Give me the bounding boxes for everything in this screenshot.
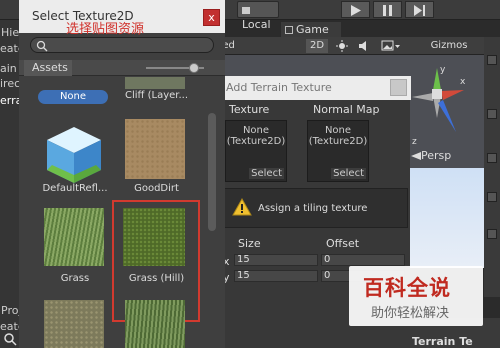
checkbox[interactable] — [487, 55, 497, 65]
asset-item-default-reflection[interactable]: DefaultRefl... — [35, 183, 115, 194]
slider-handle[interactable] — [189, 63, 199, 73]
window-close-button[interactable]: x — [203, 9, 220, 26]
asset-item-cliff[interactable]: Cliff (Layer... — [114, 90, 199, 101]
offset-x-field[interactable]: 0 — [321, 254, 405, 266]
screenshot-root: Local Hiera eate ain C irect erra Proj e… — [0, 0, 500, 348]
asset-item-gooddirt[interactable]: GoodDirt — [114, 183, 199, 194]
search-icon — [4, 333, 17, 346]
warning-icon — [232, 198, 252, 216]
ground-texture-thumbnail[interactable] — [44, 300, 104, 348]
dialog-title: Add Terrain Texture — [220, 76, 411, 100]
checkbox[interactable] — [487, 192, 497, 202]
size-x-field[interactable]: 15 — [234, 254, 318, 266]
texture-slot-type: (Texture2D) — [226, 136, 286, 147]
play-button[interactable] — [341, 1, 370, 18]
gizmo-y-label: y — [440, 65, 446, 75]
tab-assets[interactable]: Assets — [24, 60, 72, 76]
grass-blades-thumbnail[interactable] — [125, 300, 185, 348]
lighting-toggle-button[interactable] — [333, 39, 351, 53]
2d-toggle-button[interactable]: 2D — [306, 39, 328, 53]
cube-icon[interactable] — [44, 125, 104, 185]
checkbox[interactable] — [487, 153, 497, 163]
scene-toolbar: ned 2D Gizmos — [205, 37, 500, 55]
speaker-icon — [359, 41, 366, 51]
projection-label[interactable]: Persp — [411, 149, 451, 162]
normal-map-slot[interactable]: None (Texture2D) Select — [307, 120, 369, 182]
texture-label: Texture — [229, 103, 270, 116]
select-texture-window: Select Texture2D x Assets None Cliff (La… — [19, 0, 225, 348]
texture-slot[interactable]: None (Texture2D) Select — [225, 120, 287, 182]
dirt-texture-thumbnail[interactable] — [125, 119, 185, 179]
grass-texture-thumbnail[interactable] — [44, 208, 104, 266]
gizmo-z-label: z — [412, 137, 417, 147]
step-icon — [414, 5, 425, 16]
scene-orientation-gizmo[interactable]: y x z — [408, 60, 470, 148]
normal-slot-type: (Texture2D) — [308, 136, 368, 147]
watermark: 百科全说 助你轻松解决 — [349, 266, 483, 326]
search-input[interactable] — [30, 37, 214, 53]
pause-button[interactable] — [373, 1, 402, 18]
normal-slot-value: None — [324, 125, 352, 136]
warning-box: Assign a tiling texture — [223, 188, 408, 228]
projection-icon — [411, 152, 421, 160]
assets-tabbar: Assets — [19, 60, 225, 76]
search-icon — [36, 40, 48, 52]
texture-slot-value: None — [242, 125, 270, 136]
right-panel-fragment — [484, 37, 500, 297]
warning-text: Assign a tiling texture — [258, 203, 368, 214]
cliff-texture-thumbnail[interactable] — [125, 77, 185, 89]
annotation-text: 选择贴图资源 — [66, 22, 145, 37]
image-icon — [381, 40, 400, 51]
terrain-component-header[interactable]: Terrain Te — [412, 335, 473, 348]
scrollbar[interactable] — [208, 113, 216, 231]
normal-map-label: Normal Map — [313, 103, 380, 116]
size-label: Size — [238, 237, 261, 250]
cloud-icon — [242, 6, 250, 14]
sun-icon — [336, 40, 348, 52]
dialog-close-button[interactable] — [390, 79, 407, 96]
watermark-title: 百科全说 — [363, 276, 451, 300]
game-icon — [285, 26, 293, 34]
pause-icon — [383, 5, 392, 16]
step-button[interactable] — [405, 1, 434, 18]
size-y-field[interactable]: 15 — [234, 270, 318, 282]
tab-game[interactable]: Game — [281, 22, 341, 37]
watermark-subtitle: 助你轻松解决 — [371, 306, 450, 321]
collab-local-button[interactable]: Local — [237, 1, 279, 31]
audio-toggle-button[interactable] — [355, 39, 373, 53]
texture-select-button[interactable]: Select — [249, 168, 284, 179]
object-picker-body: Assets None Cliff (Layer... DefaultRefl.… — [19, 33, 225, 348]
gizmo-x-label: x — [460, 77, 466, 87]
checkbox[interactable] — [487, 109, 497, 119]
effects-dropdown[interactable] — [378, 39, 404, 53]
normal-map-select-button[interactable]: Select — [331, 168, 366, 179]
checkbox[interactable] — [487, 229, 497, 239]
play-icon — [351, 5, 361, 16]
offset-label: Offset — [326, 237, 360, 250]
gizmos-dropdown[interactable]: Gizmos — [423, 39, 475, 53]
asset-item-grass[interactable]: Grass — [35, 273, 115, 284]
asset-item-none[interactable]: None — [38, 90, 108, 104]
